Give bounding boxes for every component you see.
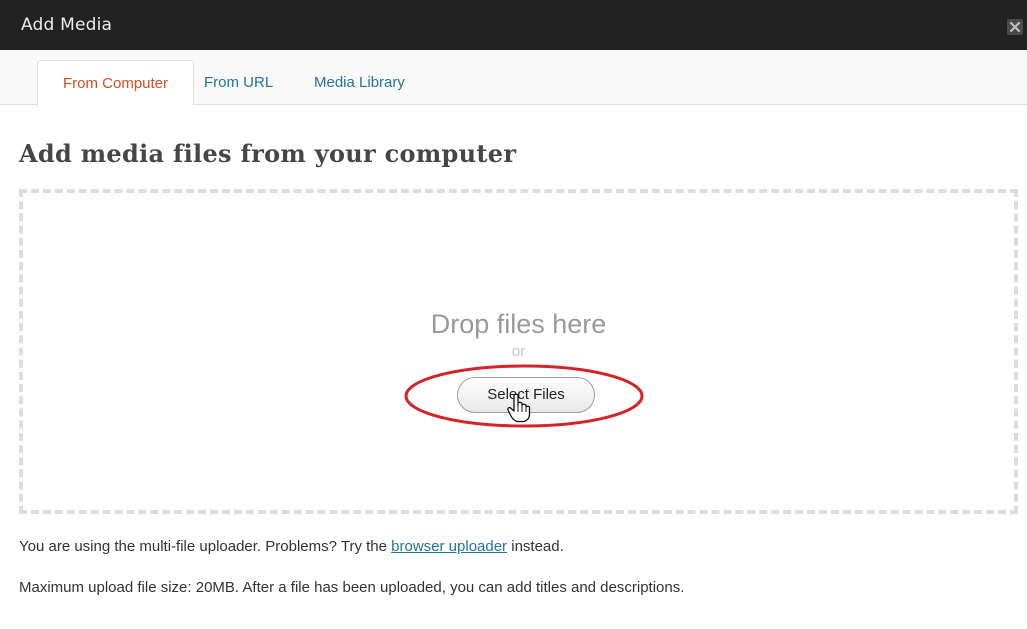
- drop-files-text: Drop files here: [430, 309, 607, 339]
- upload-limit-info: Maximum upload file size: 20MB. After a …: [19, 579, 685, 596]
- uploader-info-prefix: You are using the multi-file uploader. P…: [19, 538, 392, 555]
- uploader-info: You are using the multi-file uploader. P…: [19, 538, 564, 555]
- page-title: Add media files from your computer: [19, 139, 517, 168]
- tab-media-library[interactable]: Media Library: [314, 60, 405, 106]
- drop-zone[interactable]: Drop files here or Select Files: [19, 189, 1018, 514]
- dialog-titlebar: Add Media: [0, 0, 1027, 50]
- dialog-title: Add Media: [21, 15, 113, 35]
- close-icon[interactable]: [1007, 19, 1023, 35]
- tab-from-url[interactable]: From URL: [204, 60, 273, 106]
- browser-uploader-link[interactable]: browser uploader: [391, 538, 507, 555]
- uploader-info-suffix: instead.: [507, 538, 564, 555]
- tab-bar: From Computer From URL Media Library: [0, 50, 1027, 106]
- tab-from-computer[interactable]: From Computer: [37, 60, 194, 106]
- select-files-button[interactable]: Select Files: [457, 377, 595, 413]
- or-text: or: [511, 343, 526, 360]
